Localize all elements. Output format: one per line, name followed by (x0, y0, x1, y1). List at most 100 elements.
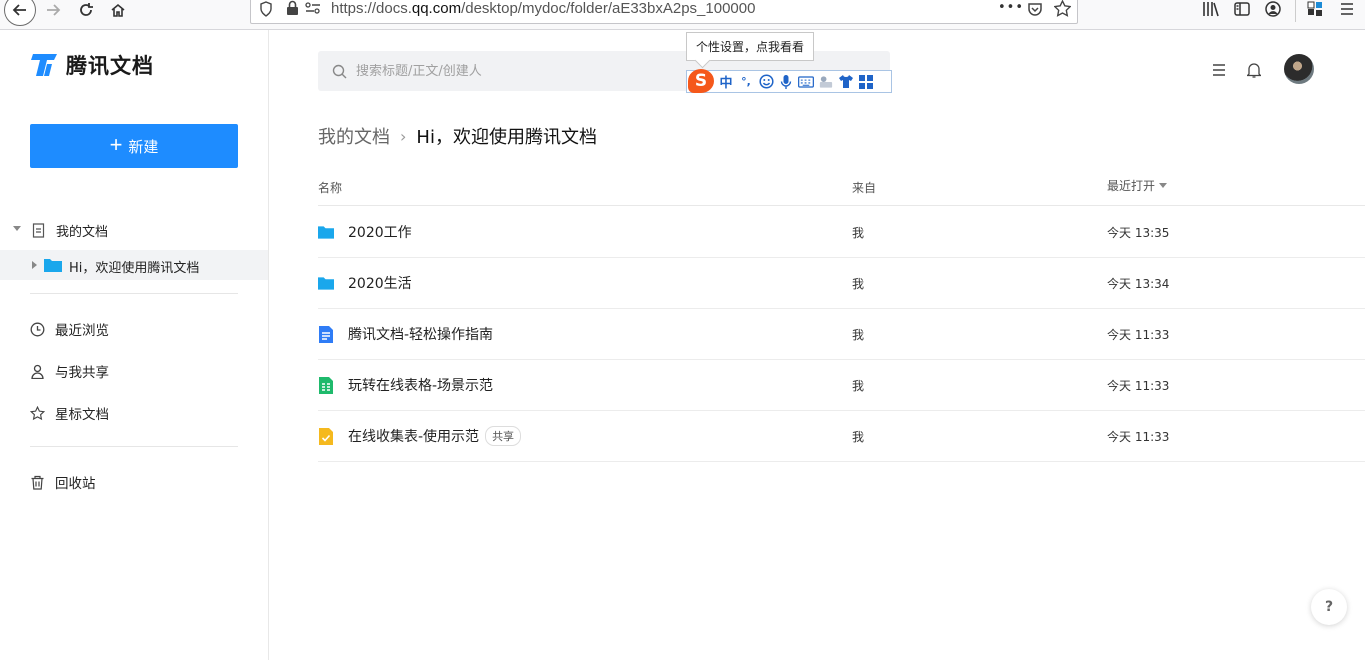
url-bar[interactable]: https://docs.qq.com/desktop/mydoc/folder… (250, 0, 1078, 24)
list-view-button[interactable] (1209, 60, 1229, 80)
sogou-logo-icon[interactable]: S (688, 68, 714, 93)
help-icon: ? (1324, 599, 1334, 615)
row-name-cell: 腾讯文档-轻松操作指南 (318, 309, 493, 359)
list-icon (1213, 64, 1225, 76)
table-row[interactable]: 玩转在线表格-场景示范 我 今天 11:33 (318, 360, 1365, 411)
sidebar-toggle-icon[interactable] (1234, 1, 1250, 17)
help-button[interactable]: ? (1311, 589, 1347, 625)
new-button-label: 新建 (128, 138, 159, 156)
menu-icon[interactable] (1339, 1, 1355, 17)
doc-file-icon (318, 325, 334, 343)
row-from: 我 (852, 379, 865, 393)
row-time: 今天 13:34 (1107, 277, 1170, 291)
extensions-icon[interactable] (1307, 1, 1324, 18)
sidebar-divider (30, 293, 238, 294)
row-name: 2020生活 (348, 276, 412, 292)
url-prefix: https://docs. (331, 0, 412, 17)
sidebar-item-label: 回收站 (55, 476, 96, 492)
column-header-opened[interactable]: 最近打开 (1107, 177, 1168, 194)
sidebar-divider (30, 446, 238, 447)
sidebar-item-shared[interactable]: 与我共享 (30, 359, 109, 383)
microphone-icon[interactable] (778, 74, 794, 90)
url-domain: qq.com (411, 0, 462, 17)
notifications-button[interactable] (1244, 60, 1264, 80)
row-name: 在线收集表-使用示范 (348, 429, 480, 445)
bookmark-star-icon[interactable] (1054, 0, 1071, 17)
sheet-file-icon (318, 376, 334, 394)
ime-language-toggle[interactable]: 中 (718, 74, 734, 91)
home-button[interactable] (107, 0, 129, 20)
sidebar-item-label: 与我共享 (55, 365, 109, 381)
back-button[interactable] (4, 0, 36, 26)
tree-item-my-docs[interactable]: 我的文档 (0, 215, 268, 245)
row-name-cell: 玩转在线表格-场景示范 (318, 360, 493, 410)
ime-tooltip: 个性设置，点我看看 (686, 32, 815, 61)
tencent-docs-logo-icon (31, 54, 57, 76)
form-file-icon (318, 427, 334, 445)
sidebar-item-starred[interactable]: 星标文档 (30, 401, 109, 425)
app-name: 腾讯文档 (66, 54, 154, 78)
library-icon[interactable] (1202, 1, 1219, 17)
row-name-cell: 在线收集表-使用示范 共享 (318, 411, 522, 461)
reload-icon (80, 3, 93, 16)
caret-right-icon[interactable] (32, 261, 37, 269)
sidebar-item-recent[interactable]: 最近浏览 (30, 317, 109, 341)
sidebar: 腾讯文档 + 新建 我的文档 Hi，欢迎使用腾讯文档 最近浏览 与我共享 星标文… (0, 30, 269, 660)
url-text: https://docs.qq.com/desktop/mydoc/folder… (331, 0, 755, 17)
plus-icon: + (109, 132, 123, 157)
lock-icon (287, 0, 298, 15)
sidebar-item-trash[interactable]: 回收站 (30, 470, 96, 494)
tree-item-label: 我的文档 (56, 225, 109, 240)
table-row[interactable]: 2020生活 我 今天 13:34 (318, 258, 1365, 309)
reload-button[interactable] (75, 0, 97, 20)
shared-badge: 共享 (485, 426, 522, 446)
star-icon (30, 405, 45, 420)
app-logo[interactable]: 腾讯文档 (30, 50, 154, 80)
caret-down-icon[interactable] (13, 226, 21, 231)
account-icon[interactable] (1265, 1, 1281, 17)
column-header-from[interactable]: 来自 (852, 179, 876, 196)
tree-item-label: Hi，欢迎使用腾讯文档 (69, 261, 200, 276)
row-from: 我 (852, 430, 865, 444)
breadcrumb-root[interactable]: 我的文档 (318, 123, 390, 149)
ime-tooltip-text: 个性设置，点我看看 (696, 40, 805, 54)
table-row[interactable]: 2020工作 我 今天 13:35 (318, 207, 1365, 258)
row-name-cell: 2020工作 (318, 207, 412, 257)
column-header-opened-label: 最近打开 (1107, 179, 1156, 193)
forward-button[interactable] (42, 0, 64, 20)
avatar[interactable] (1284, 54, 1314, 84)
row-name: 2020工作 (348, 225, 412, 241)
toolbox-icon[interactable] (818, 74, 834, 90)
row-name: 腾讯文档-轻松操作指南 (348, 327, 494, 343)
row-from: 我 (852, 226, 865, 240)
sidebar-item-label: 星标文档 (55, 407, 109, 423)
home-icon (111, 3, 125, 17)
row-time: 今天 11:33 (1107, 328, 1170, 342)
table-row[interactable]: 在线收集表-使用示范 共享 我 今天 11:33 (318, 411, 1365, 462)
row-time: 今天 11:33 (1107, 430, 1170, 444)
breadcrumb: 我的文档 › Hi，欢迎使用腾讯文档 (318, 123, 597, 149)
new-button[interactable]: + 新建 (30, 124, 238, 168)
sort-down-icon (1159, 183, 1168, 188)
search-input[interactable] (356, 63, 676, 79)
permissions-icon[interactable] (305, 1, 321, 15)
pocket-icon[interactable] (1027, 1, 1043, 17)
page-actions-button[interactable]: ••• (998, 0, 1024, 15)
skin-shirt-icon[interactable] (838, 74, 854, 90)
keyboard-icon[interactable] (798, 74, 814, 90)
table-row[interactable]: 腾讯文档-轻松操作指南 我 今天 11:33 (318, 309, 1365, 360)
ime-punctuation-toggle[interactable]: °, (738, 74, 754, 90)
row-time: 今天 11:33 (1107, 379, 1170, 393)
url-path: /desktop/mydoc/folder/aE33bxA2ps_100000 (461, 0, 756, 17)
ime-toolbar: S 中 °, (686, 68, 892, 93)
breadcrumb-separator-icon: › (400, 126, 407, 146)
row-name-cell: 2020生活 (318, 258, 412, 308)
tree-item-welcome-folder[interactable]: Hi，欢迎使用腾讯文档 (0, 250, 268, 280)
bell-icon (1247, 63, 1261, 78)
folder-icon (318, 275, 334, 291)
table-header: 名称 来自 最近打开 (318, 170, 1365, 206)
column-header-name[interactable]: 名称 (318, 179, 342, 196)
grid-menu-icon[interactable] (858, 74, 874, 90)
emoji-icon[interactable] (758, 74, 774, 90)
sidebar-item-label: 最近浏览 (55, 323, 109, 339)
